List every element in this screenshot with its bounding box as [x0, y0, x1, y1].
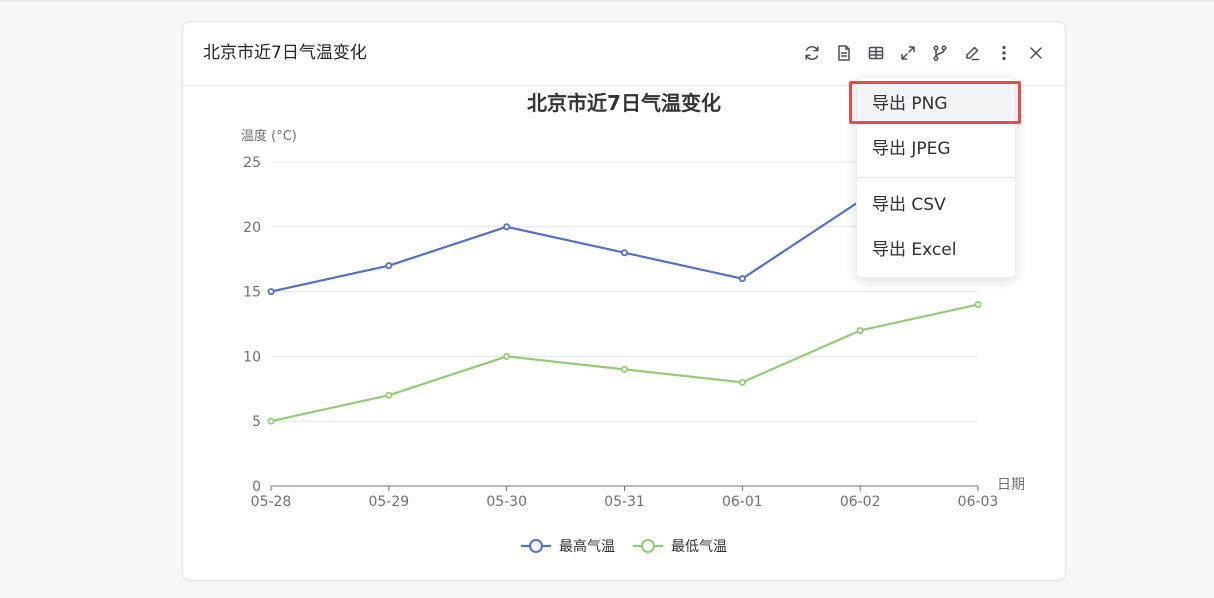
close-button[interactable]	[1025, 41, 1047, 65]
more-vertical-icon	[1002, 45, 1006, 61]
y-tick-label: 25	[243, 155, 261, 171]
y-axis-label: 温度 (°C)	[241, 128, 297, 144]
export-menu: 导出 PNG 导出 JPEG 导出 CSV 导出 Excel	[856, 76, 1016, 278]
chart-title: 北京市近7日气温变化	[527, 91, 721, 115]
data-point	[620, 249, 628, 257]
export-csv-item[interactable]: 导出 CSV	[857, 185, 1015, 225]
menu-divider	[857, 177, 1015, 178]
table-icon	[868, 46, 884, 60]
refresh-icon	[805, 46, 819, 60]
document-icon	[838, 45, 850, 61]
data-point	[738, 378, 746, 386]
y-tick-label: 5	[252, 414, 261, 430]
y-tick-label: 20	[243, 220, 261, 236]
x-tick-label: 06-02	[840, 494, 881, 510]
edit-icon	[966, 46, 980, 61]
x-tick-label: 05-31	[604, 494, 645, 510]
data-point	[503, 352, 511, 360]
more-button[interactable]	[993, 41, 1015, 65]
data-point	[503, 223, 511, 231]
refresh-button[interactable]	[801, 41, 823, 65]
document-button[interactable]	[833, 41, 855, 65]
data-point	[267, 288, 275, 296]
x-tick-label: 05-28	[251, 494, 292, 510]
close-icon	[1030, 47, 1042, 59]
export-excel-item[interactable]: 导出 Excel	[857, 230, 1015, 270]
expand-icon	[901, 46, 915, 60]
data-point	[620, 365, 628, 373]
card-title: 北京市近7日气温变化	[203, 43, 367, 63]
data-point	[974, 301, 982, 309]
export-png-item[interactable]: 导出 PNG	[857, 84, 1015, 124]
branch-button[interactable]	[929, 41, 951, 65]
y-tick-label: 10	[243, 349, 261, 365]
data-point	[385, 262, 393, 270]
y-tick-label: 0	[252, 479, 261, 495]
branch-icon	[933, 45, 947, 62]
legend-marker	[641, 539, 655, 553]
x-tick-label: 05-29	[368, 494, 409, 510]
x-tick-label: 06-03	[958, 494, 999, 510]
data-point	[385, 391, 393, 399]
x-axis-label: 日期	[997, 477, 1025, 493]
x-tick-label: 05-30	[486, 494, 527, 510]
expand-button[interactable]	[897, 41, 919, 65]
top-divider	[0, 0, 1214, 2]
legend-marker	[529, 539, 543, 553]
card-toolbar	[791, 41, 1047, 65]
data-point	[856, 326, 864, 334]
table-button[interactable]	[865, 41, 887, 65]
x-tick-label: 06-01	[722, 494, 763, 510]
data-point	[267, 417, 275, 425]
series-line	[270, 303, 979, 423]
export-jpeg-item[interactable]: 导出 JPEG	[857, 129, 1015, 169]
data-point	[738, 275, 746, 283]
y-tick-label: 15	[243, 285, 261, 301]
legend-label: 最低气温	[671, 539, 727, 555]
legend-label: 最高气温	[559, 538, 615, 555]
edit-button[interactable]	[961, 41, 983, 65]
